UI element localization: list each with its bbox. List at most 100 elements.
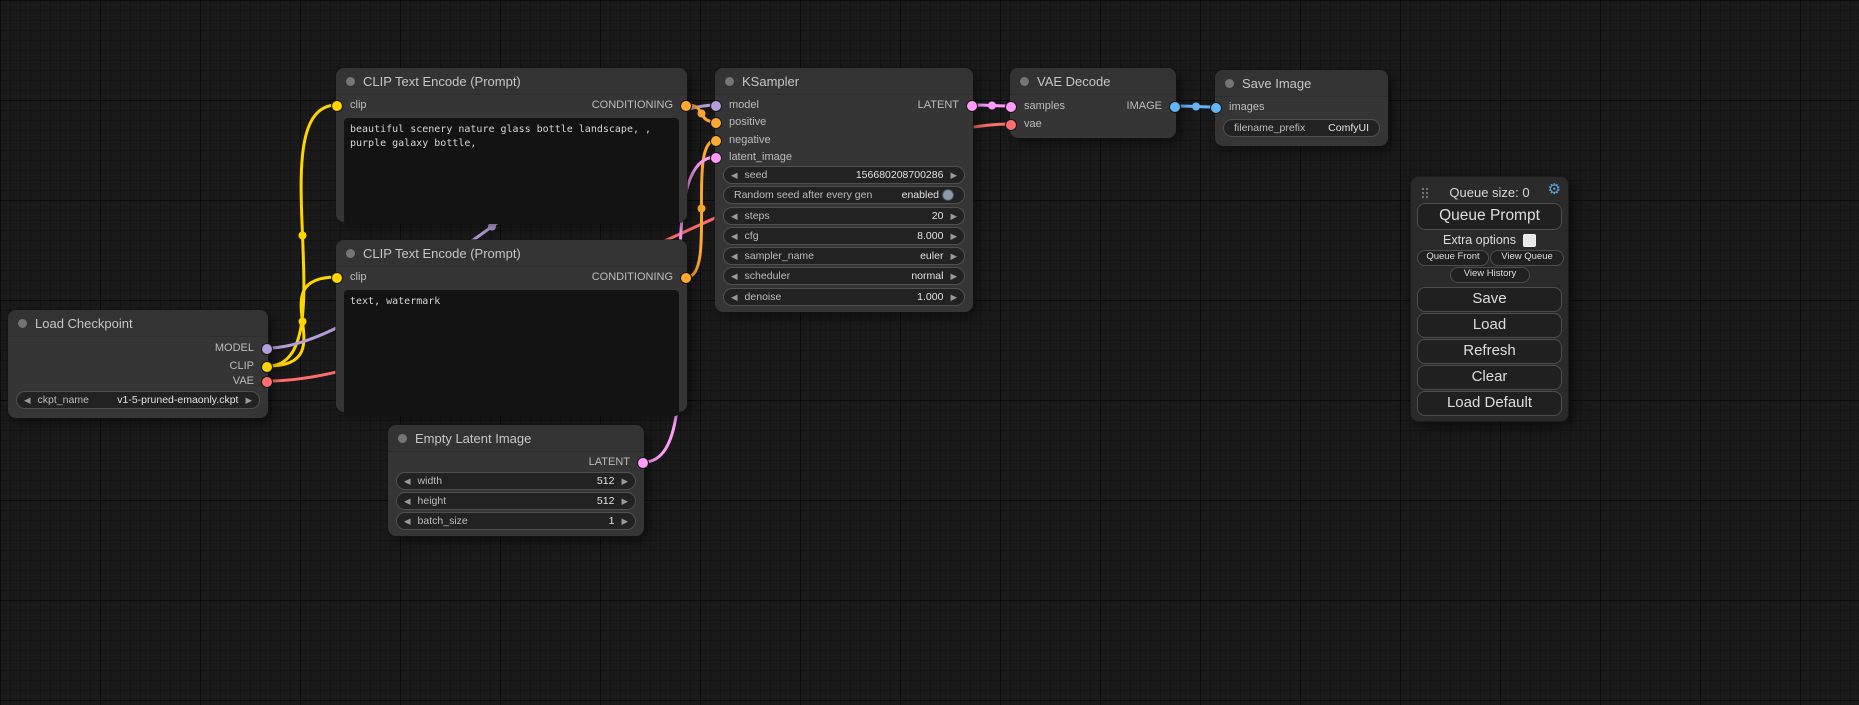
seed-widget[interactable]: ◀ seed 156680208700286 ▶ xyxy=(723,166,965,184)
conditioning-output-port[interactable] xyxy=(680,272,692,284)
vae-output-port[interactable] xyxy=(261,376,273,388)
ckpt-name-widget[interactable]: ◀ ckpt_name v1-5-pruned-emaonly.ckpt ▶ xyxy=(16,391,260,409)
next-arrow-icon[interactable]: ▶ xyxy=(950,252,957,261)
prev-arrow-icon[interactable]: ◀ xyxy=(731,171,738,180)
samples-input-port[interactable] xyxy=(1005,101,1017,113)
latent-image-input-port[interactable] xyxy=(710,152,722,164)
next-arrow-icon[interactable]: ▶ xyxy=(950,171,957,180)
load-button[interactable]: Load xyxy=(1417,313,1562,338)
prev-arrow-icon[interactable]: ◀ xyxy=(731,252,738,261)
queue-menu-panel[interactable]: Queue size: 0 ⚙ Queue Prompt Extra optio… xyxy=(1410,176,1569,422)
negative-prompt-textarea[interactable]: text, watermark xyxy=(344,290,679,416)
prev-arrow-icon[interactable]: ◀ xyxy=(24,396,31,405)
load-default-button[interactable]: Load Default xyxy=(1417,391,1562,416)
collapse-dot-icon[interactable] xyxy=(1225,79,1234,88)
collapse-dot-icon[interactable] xyxy=(398,434,407,443)
collapse-dot-icon[interactable] xyxy=(346,249,355,258)
widget-value: 512 xyxy=(597,475,615,487)
node-title-bar[interactable]: Empty Latent Image xyxy=(388,425,644,452)
output-slot-conditioning: CONDITIONING xyxy=(592,271,673,283)
filename-prefix-widget[interactable]: filename_prefix ComfyUI xyxy=(1223,119,1380,137)
toggle-indicator[interactable] xyxy=(942,189,954,201)
collapse-dot-icon[interactable] xyxy=(18,319,27,328)
node-title-bar[interactable]: Load Checkpoint xyxy=(8,310,268,337)
latent-output-port[interactable] xyxy=(637,457,649,469)
clear-button[interactable]: Clear xyxy=(1417,365,1562,390)
next-arrow-icon[interactable]: ▶ xyxy=(950,293,957,302)
clip-input-port[interactable] xyxy=(331,272,343,284)
link-midpoint-dot xyxy=(1192,103,1200,111)
node-title-bar[interactable]: CLIP Text Encode (Prompt) xyxy=(336,68,687,95)
node-save-image[interactable]: Save Image images filename_prefix ComfyU… xyxy=(1215,70,1388,146)
next-arrow-icon[interactable]: ▶ xyxy=(950,272,957,281)
node-title: Save Image xyxy=(1242,76,1311,91)
clip-output-port[interactable] xyxy=(261,361,273,373)
random-seed-toggle-widget[interactable]: Random seed after every gen enabled xyxy=(723,186,965,204)
next-arrow-icon[interactable]: ▶ xyxy=(950,232,957,241)
next-arrow-icon[interactable]: ▶ xyxy=(621,477,628,486)
model-input-port[interactable] xyxy=(710,100,722,112)
widget-value: 1.000 xyxy=(917,291,943,303)
node-title: KSampler xyxy=(742,74,799,89)
cfg-widget[interactable]: ◀ cfg 8.000 ▶ xyxy=(723,227,965,245)
negative-input-port[interactable] xyxy=(710,135,722,147)
collapse-dot-icon[interactable] xyxy=(725,77,734,86)
next-arrow-icon[interactable]: ▶ xyxy=(950,212,957,221)
conditioning-output-port[interactable] xyxy=(680,100,692,112)
prev-arrow-icon[interactable]: ◀ xyxy=(731,272,738,281)
width-widget[interactable]: ◀ width 512 ▶ xyxy=(396,472,636,490)
prev-arrow-icon[interactable]: ◀ xyxy=(404,477,411,486)
images-input-port[interactable] xyxy=(1210,102,1222,114)
node-title-bar[interactable]: CLIP Text Encode (Prompt) xyxy=(336,240,687,267)
model-output-port[interactable] xyxy=(261,343,273,355)
node-title-bar[interactable]: KSampler xyxy=(715,68,973,95)
next-arrow-icon[interactable]: ▶ xyxy=(621,517,628,526)
settings-gear-icon[interactable]: ⚙ xyxy=(1548,181,1561,199)
latent-output-port[interactable] xyxy=(966,100,978,112)
vae-input-port[interactable] xyxy=(1005,119,1017,131)
prev-arrow-icon[interactable]: ◀ xyxy=(731,232,738,241)
node-clip-text-encode-negative[interactable]: CLIP Text Encode (Prompt) clip CONDITION… xyxy=(336,240,687,412)
prev-arrow-icon[interactable]: ◀ xyxy=(404,517,411,526)
image-output-port[interactable] xyxy=(1169,101,1181,113)
save-button[interactable]: Save xyxy=(1417,287,1562,312)
link-midpoint-dot xyxy=(698,110,706,118)
prev-arrow-icon[interactable]: ◀ xyxy=(731,293,738,302)
widget-value: 20 xyxy=(932,210,944,222)
sampler-name-widget[interactable]: ◀ sampler_name euler ▶ xyxy=(723,247,965,265)
widget-label: Random seed after every gen xyxy=(734,189,872,201)
batch-size-widget[interactable]: ◀ batch_size 1 ▶ xyxy=(396,512,636,530)
output-slot-vae: VAE xyxy=(233,375,254,387)
positive-prompt-textarea[interactable]: beautiful scenery nature glass bottle la… xyxy=(344,118,679,224)
collapse-dot-icon[interactable] xyxy=(346,77,355,86)
node-ksampler[interactable]: KSampler model positive negative latent_… xyxy=(715,68,973,312)
node-graph-canvas[interactable]: Load Checkpoint MODEL CLIP VAE ◀ ckpt_na… xyxy=(0,0,1859,705)
prev-arrow-icon[interactable]: ◀ xyxy=(404,497,411,506)
refresh-button[interactable]: Refresh xyxy=(1417,339,1562,364)
link-midpoint-dot xyxy=(299,232,307,240)
input-slot-samples: samples xyxy=(1024,100,1065,112)
node-clip-text-encode-positive[interactable]: CLIP Text Encode (Prompt) clip CONDITION… xyxy=(336,68,687,222)
scheduler-widget[interactable]: ◀ scheduler normal ▶ xyxy=(723,267,965,285)
queue-prompt-button[interactable]: Queue Prompt xyxy=(1417,203,1562,230)
widget-value: 8.000 xyxy=(917,230,943,242)
next-arrow-icon[interactable]: ▶ xyxy=(245,396,252,405)
node-load-checkpoint[interactable]: Load Checkpoint MODEL CLIP VAE ◀ ckpt_na… xyxy=(8,310,268,418)
collapse-dot-icon[interactable] xyxy=(1020,77,1029,86)
view-history-button[interactable]: View History xyxy=(1450,267,1530,283)
steps-widget[interactable]: ◀ steps 20 ▶ xyxy=(723,207,965,225)
node-empty-latent-image[interactable]: Empty Latent Image LATENT ◀ width 512 ▶ … xyxy=(388,425,644,536)
extra-options-checkbox[interactable] xyxy=(1523,234,1536,247)
prev-arrow-icon[interactable]: ◀ xyxy=(731,212,738,221)
output-slot-clip: CLIP xyxy=(230,360,254,372)
next-arrow-icon[interactable]: ▶ xyxy=(621,497,628,506)
denoise-widget[interactable]: ◀ denoise 1.000 ▶ xyxy=(723,288,965,306)
positive-input-port[interactable] xyxy=(710,117,722,129)
node-title-bar[interactable]: Save Image xyxy=(1215,70,1388,97)
node-title-bar[interactable]: VAE Decode xyxy=(1010,68,1176,95)
queue-front-button[interactable]: Queue Front xyxy=(1417,250,1489,266)
view-queue-button[interactable]: View Queue xyxy=(1490,250,1564,266)
height-widget[interactable]: ◀ height 512 ▶ xyxy=(396,492,636,510)
node-vae-decode[interactable]: VAE Decode samples vae IMAGE xyxy=(1010,68,1176,138)
clip-input-port[interactable] xyxy=(331,100,343,112)
